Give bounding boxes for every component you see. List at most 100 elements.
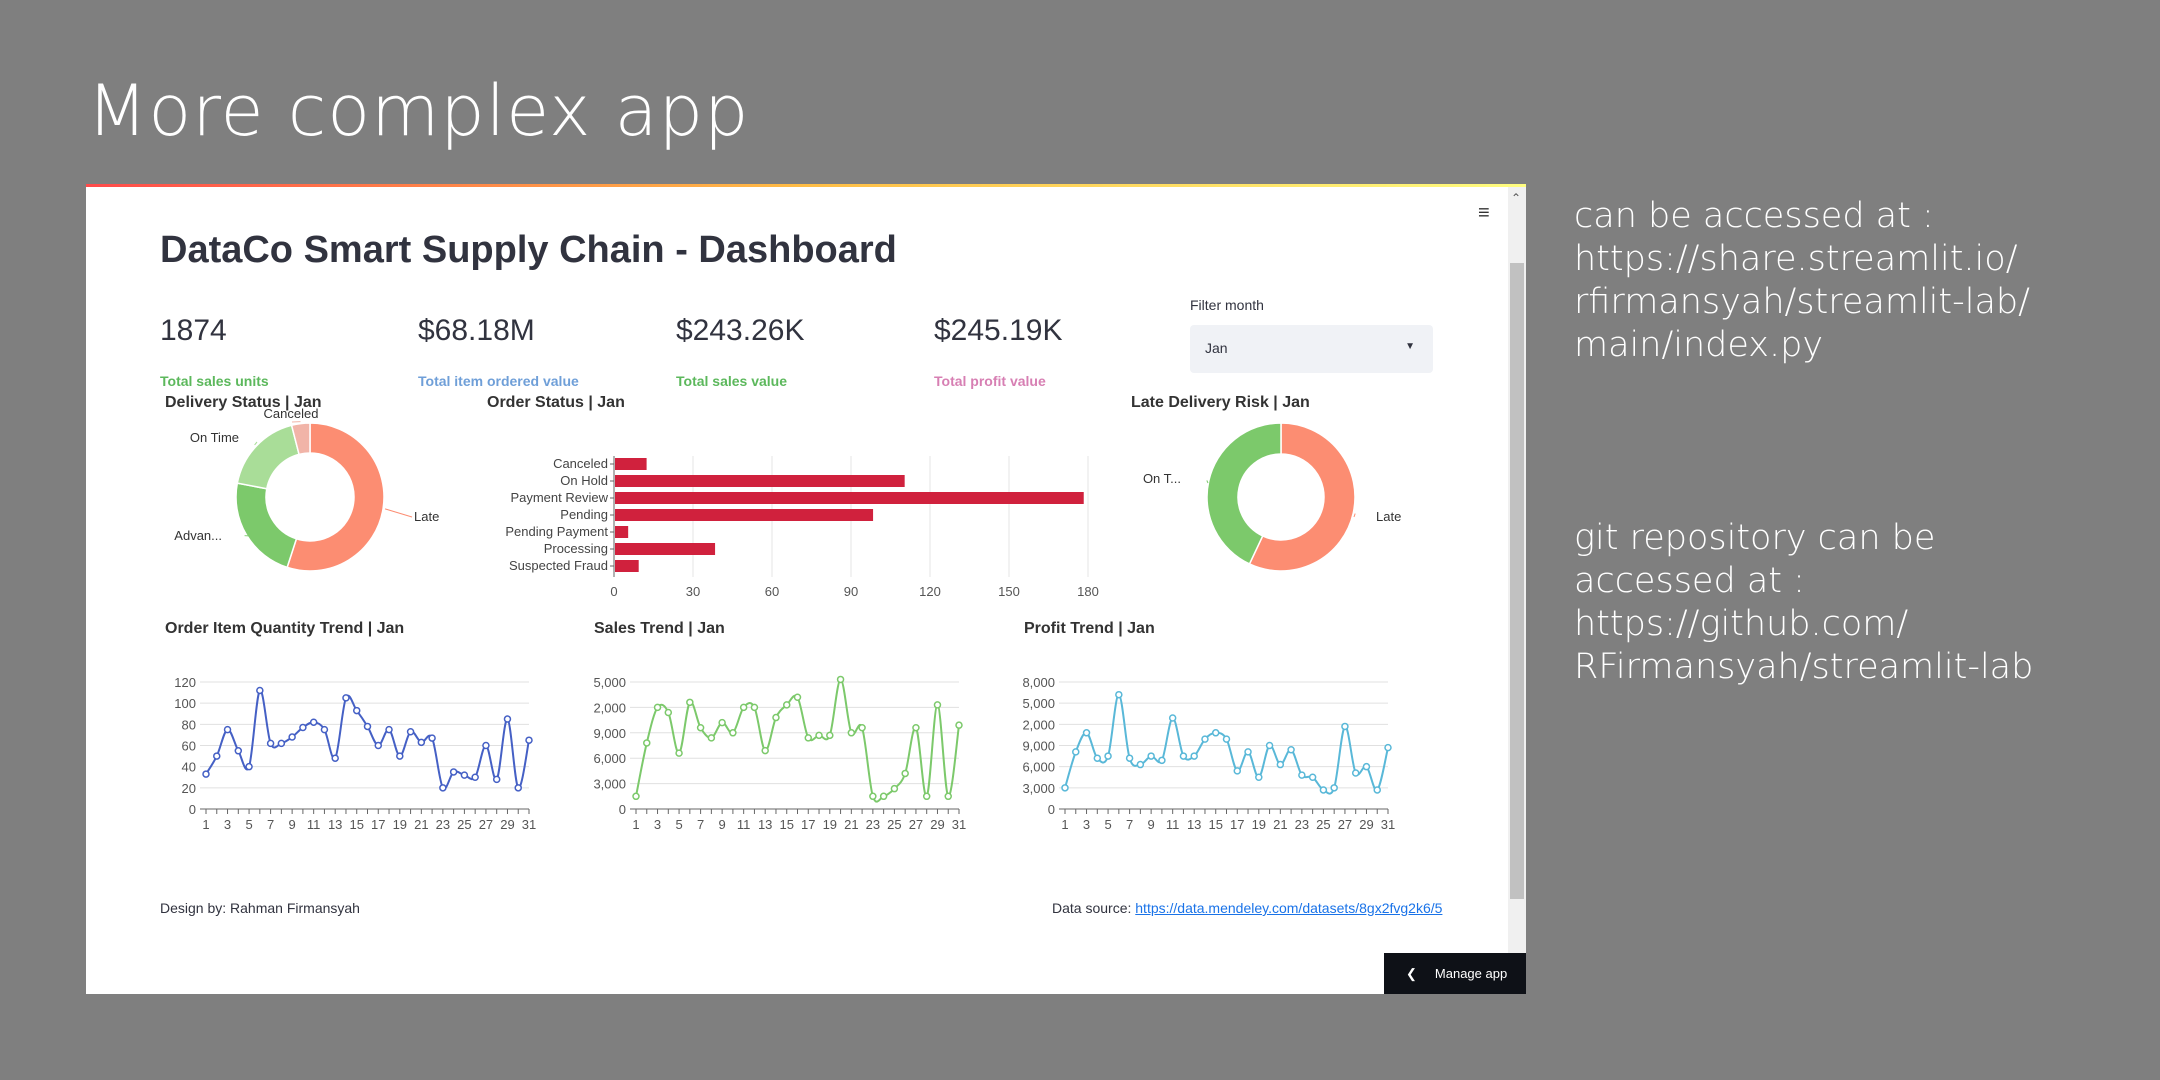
data-point bbox=[266, 739, 275, 748]
manage-app-label: Manage app bbox=[1434, 966, 1508, 981]
design-credit: Design by: Rahman Firmansyah bbox=[160, 900, 360, 916]
data-point bbox=[1147, 752, 1155, 760]
bar bbox=[615, 492, 1084, 504]
data-point bbox=[858, 723, 866, 732]
manage-app-button[interactable]: ❮ Manage app bbox=[1384, 953, 1526, 994]
y-tick-label: 2,000 bbox=[593, 700, 626, 715]
data-point bbox=[793, 693, 802, 701]
data-point bbox=[406, 727, 415, 736]
data-point bbox=[933, 701, 942, 709]
y-tick-label: 60 bbox=[182, 739, 196, 754]
data-point bbox=[234, 747, 243, 755]
data-point bbox=[460, 771, 469, 779]
git-line: accessed at : bbox=[1574, 561, 1805, 601]
x-tick-label: 19 bbox=[823, 817, 837, 832]
data-point bbox=[1125, 754, 1134, 762]
data-source-link[interactable]: https://data.mendeley.com/datasets/8gx2f… bbox=[1135, 900, 1442, 916]
x-tick-label: 25 bbox=[457, 817, 471, 832]
data-point bbox=[1319, 786, 1328, 794]
y-tick-label: Payment Review bbox=[510, 490, 608, 505]
data-point bbox=[836, 675, 845, 684]
data-point bbox=[1308, 773, 1317, 781]
y-tick-label: 0 bbox=[619, 802, 626, 817]
data-source-label: Data source: bbox=[1052, 900, 1132, 916]
data-point bbox=[772, 713, 780, 722]
data-point bbox=[439, 784, 447, 792]
charts-canvas: Late Advan... On Time Canceled Late On T... 0 3… bbox=[174, 406, 1401, 832]
x-tick-label: 11 bbox=[307, 817, 321, 832]
y-tick-label: Suspected Fraud bbox=[509, 558, 608, 573]
x-tick-label: 29 bbox=[1359, 817, 1373, 832]
data-point bbox=[1061, 784, 1069, 792]
pie-label: On Time bbox=[190, 430, 239, 445]
bar bbox=[615, 475, 905, 487]
x-tick-label: 0 bbox=[610, 584, 617, 599]
y-tick-label: 3,000 bbox=[1022, 781, 1055, 796]
y-tick-label: 9,000 bbox=[1022, 739, 1055, 754]
data-point bbox=[944, 792, 952, 801]
scrollbar-thumb[interactable] bbox=[1510, 263, 1524, 899]
x-tick-label: 1 bbox=[202, 817, 209, 832]
data-point bbox=[1373, 786, 1381, 794]
data-point bbox=[804, 734, 813, 742]
x-tick-label: 1 bbox=[632, 817, 639, 832]
data-point bbox=[1168, 714, 1177, 722]
x-tick-label: 11 bbox=[737, 817, 751, 832]
x-tick-label: 23 bbox=[1295, 817, 1309, 832]
data-point bbox=[1255, 773, 1263, 781]
x-tick-label: 60 bbox=[765, 584, 779, 599]
data-point bbox=[1222, 735, 1231, 743]
y-tick-label: 6,000 bbox=[593, 751, 626, 766]
data-point bbox=[331, 754, 339, 762]
data-point bbox=[901, 769, 909, 778]
data-point bbox=[750, 703, 759, 712]
data-point bbox=[245, 762, 253, 771]
x-tick-label: 9 bbox=[719, 817, 726, 832]
data-point bbox=[428, 734, 436, 742]
data-point bbox=[1093, 754, 1102, 762]
x-tick-label: 31 bbox=[952, 817, 966, 832]
x-tick-label: 7 bbox=[1126, 817, 1133, 832]
data-point bbox=[309, 718, 318, 726]
data-source: Data source: https://data.mendeley.com/d… bbox=[1052, 900, 1442, 916]
pie-label: Late bbox=[1376, 509, 1401, 524]
scrollbar[interactable]: ⌃ bbox=[1508, 187, 1526, 994]
y-tick-label: 8,000 bbox=[1022, 675, 1055, 690]
y-tick-label: 0 bbox=[189, 802, 196, 817]
x-tick-label: 30 bbox=[686, 584, 700, 599]
data-point bbox=[1158, 756, 1166, 765]
pie-label: Advan... bbox=[174, 528, 222, 543]
y-tick-label: 40 bbox=[182, 760, 196, 775]
access-line: https://share.streamlit.io/ bbox=[1574, 239, 2018, 279]
git-line: git repository can be bbox=[1574, 518, 1936, 558]
data-point bbox=[396, 752, 404, 760]
x-tick-label: 25 bbox=[1316, 817, 1330, 832]
x-tick-label: 15 bbox=[1208, 817, 1222, 832]
x-tick-label: 5 bbox=[675, 817, 682, 832]
data-point bbox=[202, 770, 210, 778]
data-point bbox=[1136, 760, 1145, 769]
x-tick-label: 17 bbox=[371, 817, 385, 832]
data-point bbox=[653, 703, 662, 712]
y-tick-label: 80 bbox=[182, 717, 196, 732]
access-line: can be accessed at : bbox=[1574, 196, 1934, 236]
x-tick-label: 21 bbox=[414, 817, 428, 832]
x-tick-label: 11 bbox=[1166, 817, 1180, 832]
x-tick-label: 3 bbox=[224, 817, 231, 832]
pie-label: On T... bbox=[1143, 471, 1181, 486]
app-screenshot: ⌃ ≡ DataCo Smart Supply Chain - Dashboar… bbox=[86, 184, 1526, 994]
x-tick-label: 21 bbox=[844, 817, 858, 832]
data-point bbox=[718, 718, 726, 727]
data-point bbox=[1330, 784, 1338, 792]
data-point bbox=[525, 736, 533, 744]
data-point bbox=[482, 741, 490, 750]
data-point bbox=[1233, 767, 1242, 775]
data-point bbox=[342, 694, 350, 702]
x-tick-label: 21 bbox=[1273, 817, 1287, 832]
data-point bbox=[869, 792, 877, 801]
bar bbox=[615, 526, 629, 538]
data-point bbox=[374, 741, 383, 750]
data-point bbox=[847, 729, 856, 737]
y-tick-label: 120 bbox=[174, 675, 196, 690]
scroll-up-icon[interactable]: ⌃ bbox=[1511, 191, 1521, 205]
